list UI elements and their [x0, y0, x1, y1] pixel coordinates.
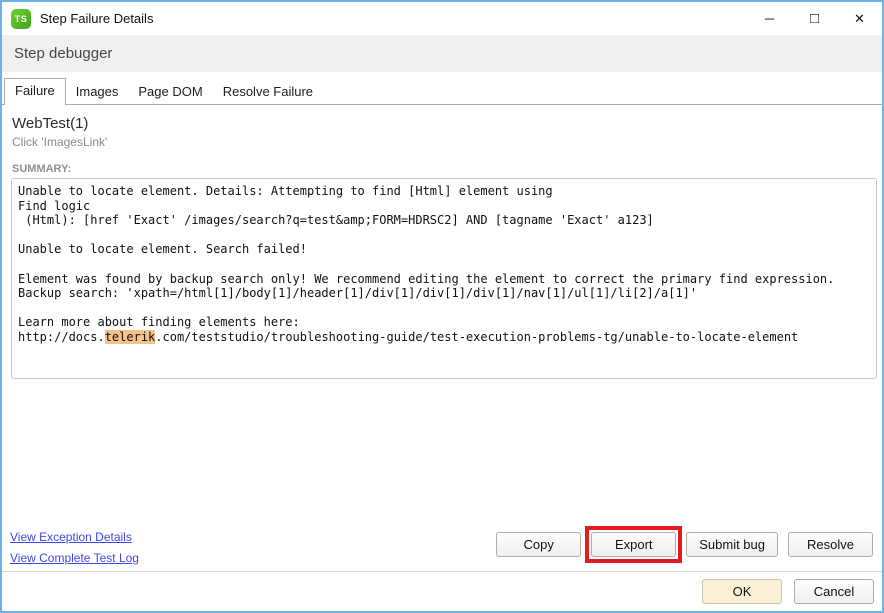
- summary-line: [18, 301, 870, 316]
- url-suffix: .com/teststudio/troubleshooting-guide/te…: [155, 330, 798, 344]
- bottom-links: View Exception Details View Complete Tes…: [10, 523, 139, 565]
- window-title: Step Failure Details: [40, 11, 153, 26]
- step-debugger-title: Step debugger: [14, 45, 112, 62]
- summary-line: Unable to locate element. Search failed!: [18, 242, 870, 257]
- close-icon[interactable]: ✕: [837, 2, 882, 35]
- summary-line: Backup search: 'xpath=/html[1]/body[1]/h…: [18, 286, 870, 301]
- tab-images[interactable]: Images: [66, 80, 129, 104]
- view-complete-test-log-link[interactable]: View Complete Test Log: [10, 551, 139, 565]
- annotation-highlight-box: Export: [585, 526, 682, 563]
- view-exception-details-link[interactable]: View Exception Details: [10, 530, 139, 544]
- tab-failure[interactable]: Failure: [4, 78, 66, 105]
- cancel-button[interactable]: Cancel: [794, 579, 874, 604]
- summary-line: Unable to locate element. Details: Attem…: [18, 184, 870, 199]
- export-button[interactable]: Export: [591, 532, 676, 557]
- tab-page-dom[interactable]: Page DOM: [128, 80, 212, 104]
- step-description: Click 'ImagesLink': [12, 135, 874, 149]
- url-search-highlight: telerik: [105, 330, 156, 344]
- test-studio-app-icon: TS: [11, 9, 31, 29]
- dialog-footer: OK Cancel: [2, 571, 882, 611]
- summary-line: Find logic: [18, 199, 870, 214]
- summary-line: Element was found by backup search only!…: [18, 272, 870, 287]
- tab-bar: Failure Images Page DOM Resolve Failure: [2, 72, 882, 105]
- maximize-icon[interactable]: □: [792, 2, 837, 35]
- summary-label: SUMMARY:: [12, 163, 874, 175]
- submit-bug-button[interactable]: Submit bug: [686, 532, 778, 557]
- copy-button[interactable]: Copy: [496, 532, 581, 557]
- window-controls: ─ □ ✕: [747, 2, 882, 35]
- summary-line-url: http://docs.telerik.com/teststudio/troub…: [18, 330, 870, 345]
- ok-button[interactable]: OK: [702, 579, 782, 604]
- title-bar: TS Step Failure Details ─ □ ✕: [2, 2, 882, 35]
- test-name: WebTest(1): [12, 115, 874, 132]
- tab-resolve-failure[interactable]: Resolve Failure: [213, 80, 323, 104]
- minimize-icon[interactable]: ─: [747, 2, 792, 35]
- failure-tab-content: WebTest(1) Click 'ImagesLink' SUMMARY: U…: [2, 105, 882, 571]
- action-button-row: Copy Export Submit bug Resolve: [496, 532, 873, 557]
- step-failure-details-dialog: TS Step Failure Details ─ □ ✕ Step debug…: [0, 0, 884, 613]
- summary-textbox[interactable]: Unable to locate element. Details: Attem…: [11, 178, 877, 379]
- summary-line: [18, 257, 870, 272]
- summary-line: Learn more about finding elements here:: [18, 315, 870, 330]
- step-debugger-header: Step debugger: [2, 35, 882, 72]
- resolve-button[interactable]: Resolve: [788, 532, 873, 557]
- summary-line: [18, 228, 870, 243]
- summary-line: (Html): [href 'Exact' /images/search?q=t…: [18, 213, 870, 228]
- url-prefix: http://docs.: [18, 330, 105, 344]
